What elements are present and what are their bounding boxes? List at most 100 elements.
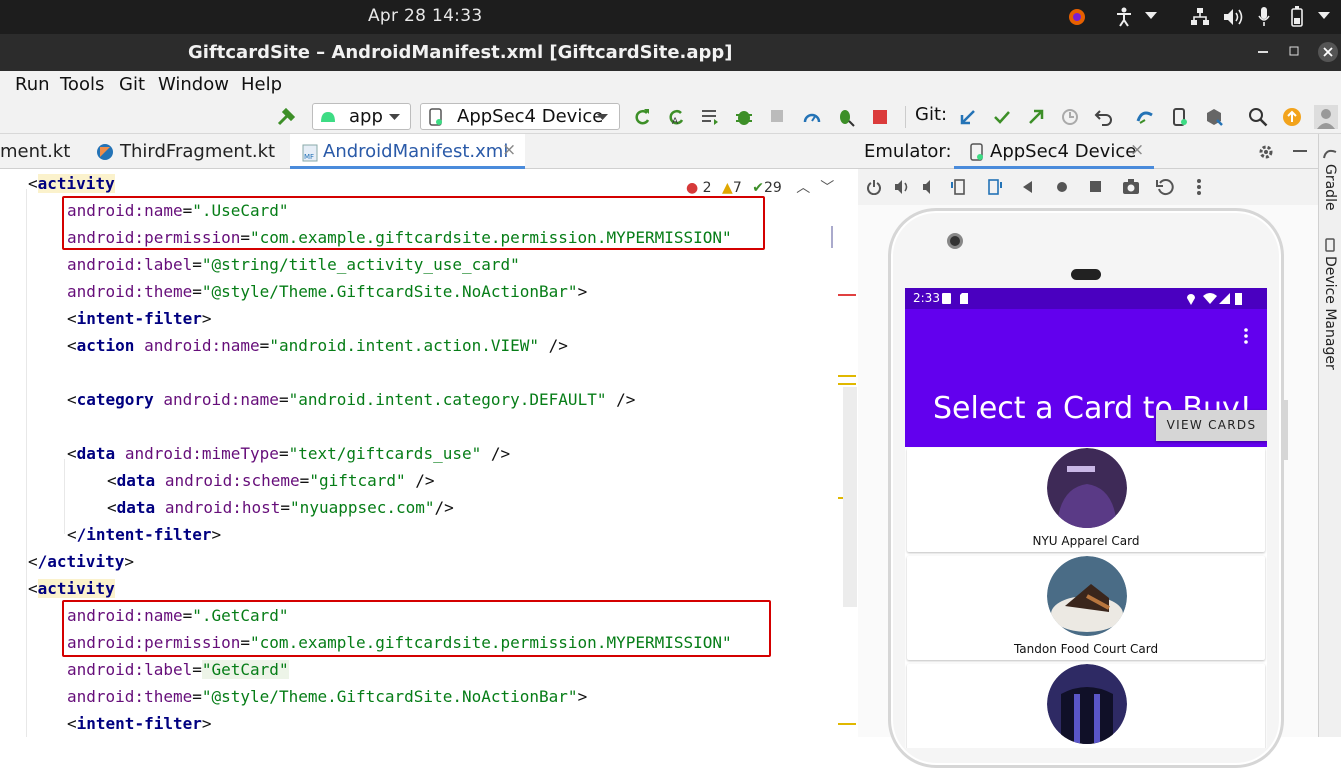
- warning-marker: [838, 723, 856, 725]
- chevron-down-icon[interactable]: [1145, 12, 1157, 20]
- menu-help[interactable]: Help: [241, 74, 282, 95]
- emulator-toolbar: [858, 169, 1318, 205]
- rotate-left-icon[interactable]: [950, 178, 970, 196]
- sdk-manager-icon[interactable]: [1204, 107, 1224, 127]
- editor-tab-bar: ment.kt ThirdFragment.kt MF AndroidManif…: [0, 134, 858, 169]
- gradle-panel-tab[interactable]: Gradle: [1322, 164, 1338, 211]
- chevron-down-icon[interactable]: [1318, 12, 1330, 20]
- run-config-select[interactable]: app: [312, 103, 411, 130]
- microphone-icon[interactable]: [1257, 6, 1271, 28]
- git-label: Git:: [915, 104, 948, 125]
- scrollbar-thumb[interactable]: [843, 387, 857, 607]
- wifi-icon: [1203, 293, 1217, 304]
- highlight-box: [62, 600, 771, 657]
- inspections-widget[interactable]: ● 2 ▲7 ✔29 ︿ ﹀: [686, 177, 834, 197]
- update-icon[interactable]: [1282, 107, 1302, 127]
- device-manager-panel-tab[interactable]: Device Manager: [1322, 256, 1338, 370]
- view-cards-button[interactable]: VIEW CARDS: [1156, 410, 1267, 441]
- minimize-icon[interactable]: [1258, 51, 1268, 54]
- tab-third-fragment[interactable]: ThirdFragment.kt: [120, 141, 275, 162]
- accessibility-icon[interactable]: [1115, 7, 1133, 27]
- rollback-icon[interactable]: [1094, 107, 1114, 127]
- toolbar-separator: [905, 106, 906, 128]
- overflow-menu-icon[interactable]: [1243, 327, 1249, 345]
- gradle-icon[interactable]: [1323, 146, 1337, 160]
- avatar[interactable]: [1314, 105, 1338, 129]
- location-icon: [1187, 294, 1195, 305]
- svg-text:A: A: [672, 117, 679, 127]
- code-line: <action android:name="android.intent.act…: [67, 336, 568, 355]
- menu-window[interactable]: Window: [158, 74, 229, 95]
- device-manager-icon[interactable]: [1170, 107, 1190, 127]
- stop-icon[interactable]: [870, 107, 890, 127]
- close-icon[interactable]: [1318, 42, 1338, 62]
- tab-emulator-device[interactable]: AppSec4 Device ×: [954, 134, 1154, 169]
- profiler-disabled-icon[interactable]: [768, 107, 788, 127]
- main-toolbar: app AppSec4 Device A Git:: [0, 100, 1341, 134]
- error-count: 2: [702, 180, 712, 196]
- volume-down-icon[interactable]: [922, 179, 938, 195]
- search-icon[interactable]: [1248, 107, 1268, 127]
- card-item[interactable]: Tandon Food Court Card: [907, 556, 1265, 660]
- emulator-header: Emulator: AppSec4 Device ×: [858, 134, 1318, 169]
- attach-debugger-icon[interactable]: [836, 107, 856, 127]
- code-editor[interactable]: ● 2 ▲7 ✔29 ︿ ﹀ <activity android:name=".U…: [0, 169, 858, 737]
- emulator-tab-label: AppSec4 Device: [990, 141, 1137, 162]
- tab-fragment-kt[interactable]: ment.kt: [0, 141, 70, 162]
- minimize-icon[interactable]: [1293, 150, 1307, 153]
- debug-icon[interactable]: [734, 107, 754, 127]
- apply-changes-restart-icon[interactable]: [632, 107, 652, 127]
- profile-icon[interactable]: [802, 107, 822, 127]
- code-line: <data android:scheme="giftcard" />: [107, 471, 435, 490]
- card-item[interactable]: NYU Apparel Card: [907, 448, 1265, 552]
- snapshot-icon[interactable]: [1156, 178, 1174, 196]
- volume-icon[interactable]: [1222, 7, 1244, 27]
- camera-icon[interactable]: [1122, 179, 1140, 195]
- gear-icon[interactable]: [1257, 143, 1275, 161]
- android-status-bar: 2:33: [905, 288, 1267, 309]
- menu-git[interactable]: Git: [119, 74, 145, 95]
- more-options-icon[interactable]: [1196, 178, 1202, 196]
- git-push-icon[interactable]: [1026, 107, 1046, 127]
- battery-icon: [1235, 293, 1242, 305]
- maximize-icon[interactable]: [1289, 46, 1299, 56]
- phone-screen[interactable]: 2:33 Select a Card to Buy! VIEW CARDS NY…: [905, 288, 1267, 748]
- card-item[interactable]: [907, 664, 1265, 748]
- build-hammer-icon[interactable]: [276, 107, 296, 127]
- rotate-right-icon[interactable]: [984, 178, 1004, 196]
- battery-icon[interactable]: [1290, 6, 1304, 28]
- tab-close-icon[interactable]: ×: [1130, 140, 1144, 160]
- tab-android-manifest[interactable]: MF AndroidManifest.xml ×: [290, 134, 525, 169]
- scroll-marker: [831, 226, 833, 248]
- firefox-icon[interactable]: [1068, 8, 1086, 26]
- front-camera: [947, 233, 963, 249]
- kotlin-file-icon: [97, 144, 113, 160]
- sd-card-icon: [960, 293, 968, 304]
- overview-icon[interactable]: [1090, 181, 1102, 193]
- card-image: [1047, 556, 1127, 636]
- gradle-sync-icon[interactable]: [1136, 107, 1156, 127]
- tab-label: ment.kt: [0, 141, 71, 162]
- git-update-icon[interactable]: [958, 107, 978, 127]
- back-icon[interactable]: [1022, 181, 1034, 193]
- power-icon[interactable]: [866, 179, 882, 195]
- run-config-label: app: [349, 106, 383, 127]
- logcat-icon[interactable]: [700, 107, 720, 127]
- git-commit-icon[interactable]: [992, 107, 1012, 127]
- menu-run[interactable]: Run: [15, 74, 50, 95]
- volume-up-icon[interactable]: [894, 179, 912, 195]
- device-manager-icon[interactable]: [1323, 238, 1337, 252]
- tab-close-icon[interactable]: ×: [502, 140, 516, 160]
- network-icon[interactable]: [1190, 7, 1210, 27]
- code-line: android:theme="@style/Theme.GiftcardSite…: [67, 282, 588, 301]
- sim-icon: [942, 293, 951, 304]
- device-select[interactable]: AppSec4 Device: [420, 103, 620, 130]
- history-icon[interactable]: [1060, 107, 1080, 127]
- code-line: android:theme="@style/Theme.GiftcardSite…: [67, 687, 588, 706]
- home-icon[interactable]: [1056, 181, 1068, 193]
- menu-tools[interactable]: Tools: [60, 74, 104, 95]
- menu-bar: Run Tools Git Window Help: [0, 71, 1341, 100]
- android-icon: [321, 112, 335, 122]
- apply-code-changes-icon[interactable]: A: [666, 107, 686, 127]
- emulator-label: Emulator:: [864, 141, 952, 162]
